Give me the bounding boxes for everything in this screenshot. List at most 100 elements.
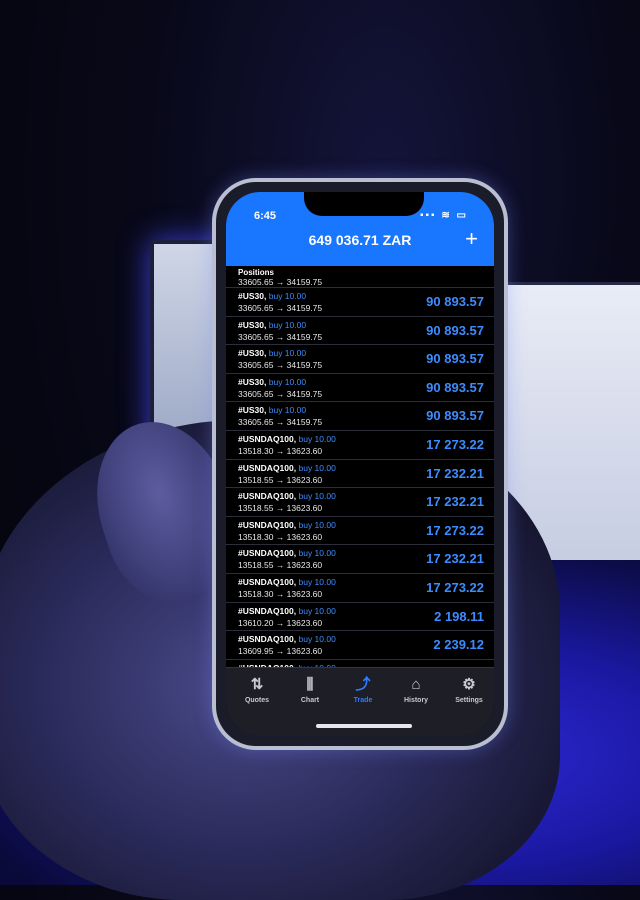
position-symbol: #USNDAQ100, buy 10.00: [238, 634, 336, 644]
position-profit: 17 232.21: [426, 551, 484, 567]
position-symbol: #USNDAQ100, buy 10.00: [238, 606, 336, 616]
symbol-name: #US30,: [238, 348, 267, 359]
position-prices: 13518.55 → 13623.60: [238, 503, 323, 514]
position-profit: 90 893.57: [426, 408, 484, 424]
tab-trade[interactable]: ⤴ Trade: [336, 676, 390, 704]
position-profit: 90 893.57: [426, 351, 484, 367]
position-row[interactable]: #US30, buy 10.00 33605.65 → 34159.75 90 89…: [226, 345, 494, 374]
tab-label: Chart: [300, 697, 320, 704]
position-profit: 17 232.21: [426, 465, 484, 481]
position-symbol: #US30, buy 10.00: [238, 405, 306, 415]
position-prices: 33605.65 → 34159.75: [238, 388, 323, 399]
position-prices: 33605.65 → 34159.75: [238, 331, 323, 342]
position-row[interactable]: #USNDAQ100, buy 10.00 13610.20 → 13623.60…: [226, 603, 494, 632]
position-profit: 17 273.22: [426, 522, 484, 538]
phone: 6:45 ▪▪▪ ≋ ▭ 649 036.71 ZAR + Positions …: [212, 178, 508, 750]
position-symbol: #USNDAQ100, buy 10.00: [238, 491, 336, 501]
position-prices: 33605.65 → 34159.75: [238, 360, 323, 371]
app-header: 6:45 ▪▪▪ ≋ ▭ 649 036.71 ZAR +: [226, 192, 494, 266]
position-symbol: #US30, buy 10.00: [238, 377, 306, 387]
position-row[interactable]: #USNDAQ100, buy 10.00 13518.55 → 13623.60…: [226, 460, 494, 489]
position-side: buy 10.00: [298, 462, 336, 473]
position-side: buy 10.00: [298, 634, 336, 645]
position-symbol: #US30, buy 10.00: [238, 348, 306, 358]
position-profit: 90 893.57: [426, 379, 484, 395]
tab-label: Trade: [353, 697, 373, 704]
position-row[interactable]: #US30, buy 10.00 33605.65 → 34159.75 90 89…: [226, 288, 494, 317]
trade-icon: ⤴: [355, 676, 371, 693]
position-side: buy 10.00: [298, 491, 336, 502]
position-side: buy 10.00: [298, 433, 336, 444]
symbol-name: #USNDAQ100,: [238, 491, 297, 502]
position-profit: 2 198.11: [434, 608, 484, 624]
position-symbol: #US30, buy 10.00: [238, 291, 306, 301]
position-profit: 2 239.12: [433, 637, 484, 653]
quotes-icon: ⇅: [250, 676, 264, 693]
position-side: buy 10.00: [298, 548, 336, 559]
position-prices: 33605.65 → 34159.75: [238, 417, 323, 428]
symbol-name: #US30,: [238, 291, 267, 301]
position-symbol: #USNDAQ100, buy 10.00: [238, 548, 336, 558]
position-side: buy 10.00: [268, 376, 307, 387]
position-prices: 13518.55 → 13623.60: [238, 560, 323, 571]
position-row[interactable]: #USNDAQ100, buy 10.00 13518.30 → 13623.60…: [226, 431, 494, 460]
position-symbol: #USNDAQ100, buy 10.00: [238, 434, 336, 444]
position-profit: 17 273.22: [426, 436, 484, 452]
position-row[interactable]: #USNDAQ100, buy 10.00 13518.55 → 13623.60…: [226, 545, 494, 574]
position-side: buy 10.00: [298, 605, 336, 616]
position-row[interactable]: #USNDAQ100, buy 10.00 13518.55 → 13623.60…: [226, 488, 494, 517]
position-row[interactable]: #US30, buy 10.00 33605.65 → 34159.75 90 89…: [226, 374, 494, 403]
position-row[interactable]: #US30, buy 10.00 33605.65 → 34159.75 90 89…: [226, 402, 494, 431]
position-symbol: #US30, buy 10.00: [238, 320, 306, 330]
position-row[interactable]: #USNDAQ100, buy 10.00 13518.30 → 13623.60…: [226, 574, 494, 603]
position-profit: 90 893.57: [426, 294, 484, 309]
position-prices: 33605.65 → 34159.75: [238, 277, 323, 287]
home-indicator: [316, 724, 412, 728]
symbol-name: #USNDAQ100,: [238, 519, 297, 530]
position-profit: 17 273.22: [426, 579, 484, 595]
tab-label: Quotes: [244, 697, 270, 704]
symbol-name: #USNDAQ100,: [238, 462, 297, 473]
position-profit: 90 893.57: [426, 322, 484, 338]
tab-quotes[interactable]: ⇅ Quotes: [230, 676, 284, 704]
position-prices: 33605.65 → 34159.75: [238, 303, 323, 313]
position-profit: 17 232.21: [426, 494, 484, 510]
position-symbol: #USNDAQ100, buy 10.00: [238, 577, 336, 587]
position-symbol: #USNDAQ100, buy 10.00: [238, 520, 336, 530]
photo-scene: 6:45 ▪▪▪ ≋ ▭ 649 036.71 ZAR + Positions …: [0, 0, 640, 900]
tab-chart[interactable]: ⫼ Chart: [283, 676, 337, 704]
add-order-button[interactable]: +: [465, 226, 478, 252]
position-row-partial[interactable]: 33605.65 → 34159.75: [226, 276, 494, 288]
status-time: 6:45: [254, 210, 277, 222]
positions-list[interactable]: 33605.65 → 34159.75 #US30, buy 10.00 3360…: [226, 276, 494, 696]
position-side: buy 10.00: [268, 405, 307, 416]
status-bar: 6:45 ▪▪▪ ≋ ▭: [226, 210, 494, 230]
status-icons: ▪▪▪ ≋ ▭: [419, 210, 468, 221]
position-row[interactable]: #USNDAQ100, buy 10.00 13518.30 → 13623.60…: [226, 517, 494, 546]
tab-label: Settings: [455, 697, 483, 704]
position-side: buy 10.00: [298, 576, 336, 587]
position-side: buy 10.00: [298, 519, 336, 530]
tab-history[interactable]: ⌂ History: [389, 676, 443, 704]
position-row[interactable]: #USNDAQ100, buy 10.00 13609.95 → 13623.60…: [226, 631, 494, 660]
position-side: buy 10.00: [268, 348, 307, 359]
symbol-name: #USNDAQ100,: [238, 433, 297, 444]
tab-label: History: [403, 697, 429, 704]
position-prices: 13518.30 → 13623.60: [238, 531, 323, 542]
tab-settings[interactable]: ⚙ Settings: [442, 676, 494, 704]
symbol-name: #USNDAQ100,: [238, 576, 297, 587]
symbol-name: #USNDAQ100,: [238, 605, 297, 616]
chart-icon: ⫼: [306, 676, 314, 693]
account-balance: 649 036.71 ZAR: [308, 232, 412, 248]
tab-bar: ⇅ Quotes ⫼ Chart ⤴ Trade ⌂ History ⚙ Settings: [226, 667, 494, 736]
symbol-name: #US30,: [238, 319, 267, 330]
history-icon: ⌂: [411, 676, 421, 693]
position-side: buy 10.00: [268, 319, 307, 330]
symbol-name: #US30,: [238, 405, 267, 416]
position-prices: 13518.55 → 13623.60: [238, 474, 323, 485]
position-prices: 13610.20 → 13623.60: [238, 617, 323, 628]
position-row[interactable]: #US30, buy 10.00 33605.65 → 34159.75 90 89…: [226, 317, 494, 346]
position-prices: 13518.30 → 13623.60: [238, 445, 323, 456]
symbol-name: #USNDAQ100,: [238, 634, 297, 645]
symbol-name: #US30,: [238, 376, 267, 387]
